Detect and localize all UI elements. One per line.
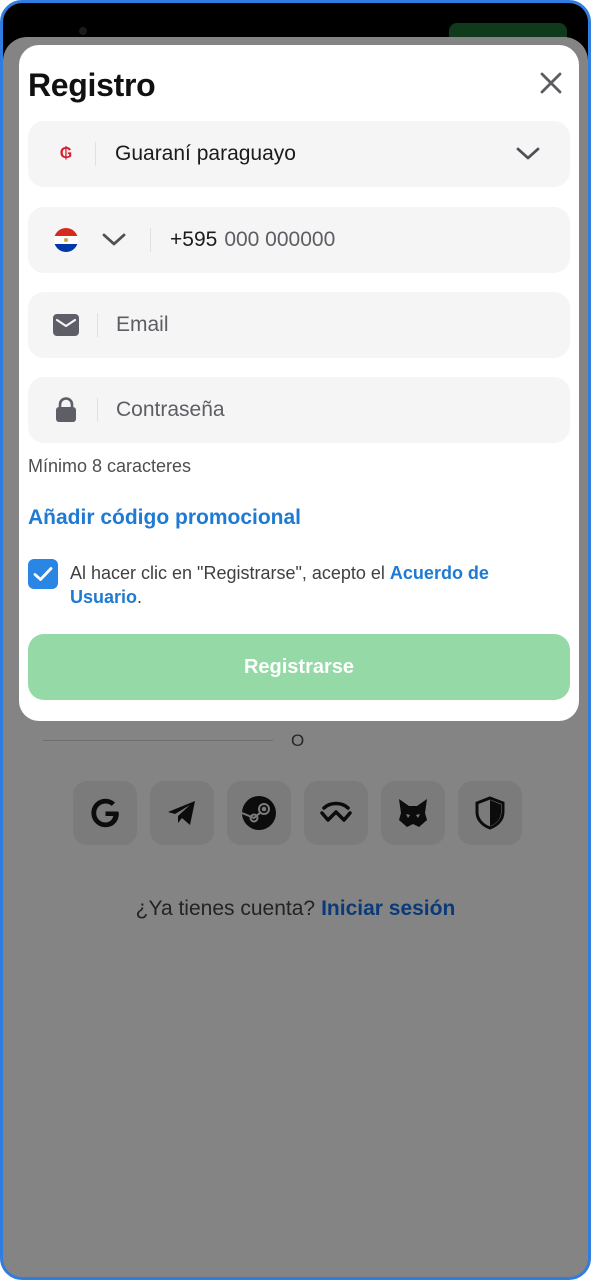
field-separator: [150, 228, 151, 252]
field-separator: [97, 313, 98, 337]
email-field[interactable]: Email: [28, 292, 570, 358]
register-button[interactable]: Registrarse: [28, 634, 570, 700]
terms-end: .: [137, 587, 143, 607]
add-promo-code-link[interactable]: Añadir código promocional: [28, 506, 301, 530]
password-input[interactable]: Contraseña: [116, 398, 225, 422]
steam-login-button[interactable]: [227, 781, 291, 845]
close-button[interactable]: [537, 69, 565, 97]
guarani-currency-icon: ₲: [59, 145, 73, 162]
terms-text: Al hacer clic en "Registrarse", acepto e…: [70, 561, 550, 609]
shield-icon: [475, 796, 505, 830]
telegram-icon: [168, 801, 195, 825]
paraguay-flag-icon: [54, 228, 78, 252]
login-link[interactable]: Iniciar sesión: [321, 897, 455, 920]
steam-icon: [241, 796, 276, 830]
phone-field: +595 000 000000: [28, 207, 570, 273]
google-login-button[interactable]: [73, 781, 137, 845]
shield-login-button[interactable]: [458, 781, 522, 845]
chevron-down-icon: [516, 147, 540, 160]
login-prompt-line: ¿Ya tienes cuenta? Iniciar sesión: [3, 897, 588, 921]
divider-line: [43, 740, 273, 741]
phone-input[interactable]: 000 000000: [224, 228, 335, 252]
walletconnect-icon: [320, 801, 352, 822]
modal-title: Registro: [28, 67, 156, 103]
lock-icon: [53, 397, 79, 423]
device-frame: O ¿Ya tienes cuenta? Iniciar sesión Regi…: [0, 0, 591, 1280]
field-separator: [97, 398, 98, 422]
password-hint: Mínimo 8 caracteres: [28, 456, 192, 476]
password-field[interactable]: Contraseña: [28, 377, 570, 443]
email-input[interactable]: Email: [116, 313, 169, 337]
country-chevron-down-icon[interactable]: [102, 233, 126, 247]
camera-dot: [79, 27, 87, 35]
metamask-login-button[interactable]: [381, 781, 445, 845]
divider-text: O: [291, 731, 305, 750]
google-icon: [91, 798, 119, 828]
field-separator: [95, 142, 96, 166]
terms-checkbox[interactable]: [28, 559, 58, 589]
metamask-icon: [399, 799, 427, 827]
envelope-icon: [53, 312, 79, 338]
currency-select[interactable]: ₲ Guaraní paraguayo: [28, 121, 570, 187]
telegram-login-button[interactable]: [150, 781, 214, 845]
checkmark-icon: [33, 567, 53, 581]
phone-prefix: +595: [170, 228, 218, 251]
terms-prefix: Al hacer clic en "Registrarse", acepto e…: [70, 563, 390, 583]
social-login-row: [73, 781, 522, 845]
close-icon: [540, 72, 562, 94]
walletconnect-login-button[interactable]: [304, 781, 368, 845]
registration-modal: Registro ₲ Guaraní paraguayo +595 000 00…: [19, 45, 579, 721]
currency-value: Guaraní paraguayo: [115, 142, 296, 165]
login-prompt: ¿Ya tienes cuenta?: [135, 897, 316, 920]
